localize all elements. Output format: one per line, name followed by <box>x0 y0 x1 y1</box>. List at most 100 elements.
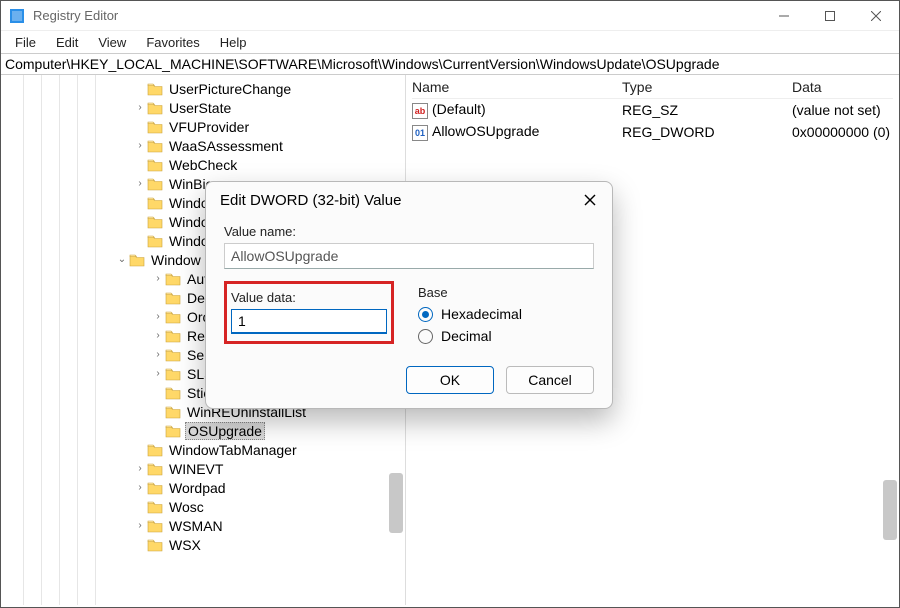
folder-icon <box>165 291 181 305</box>
tree-expand-icon[interactable]: › <box>151 368 165 379</box>
tree-item[interactable]: › WINEVT <box>5 459 405 478</box>
tree-item-label: WebCheck <box>167 157 239 173</box>
tree-expand-icon[interactable]: › <box>133 520 147 531</box>
ok-button[interactable]: OK <box>406 366 494 394</box>
radio-decimal[interactable]: Decimal <box>418 328 594 344</box>
tree-item[interactable]: WindowTabManager <box>5 440 405 459</box>
folder-icon <box>165 272 181 286</box>
window-controls <box>761 1 899 31</box>
edit-dword-dialog: Edit DWORD (32-bit) Value Value name: Al… <box>205 181 613 409</box>
list-row[interactable]: ab(Default) REG_SZ(value not set) <box>412 99 893 121</box>
tree-expand-icon[interactable]: › <box>151 311 165 322</box>
tree-item-label: VFUProvider <box>167 119 251 135</box>
radio-dec-label: Decimal <box>441 328 492 344</box>
folder-icon <box>165 329 181 343</box>
value-name: (Default) <box>432 101 486 117</box>
folder-icon <box>147 82 163 96</box>
close-button[interactable] <box>853 1 899 31</box>
column-data[interactable]: Data <box>792 79 893 95</box>
list-scrollbar-thumb[interactable] <box>883 480 897 540</box>
menu-favorites[interactable]: Favorites <box>138 33 207 52</box>
tree-item[interactable]: › UserState <box>5 98 405 117</box>
folder-icon <box>147 177 163 191</box>
value-data-label: Value data: <box>231 290 387 305</box>
value-data-input[interactable] <box>231 309 387 334</box>
tree-item[interactable]: › WaaSAssessment <box>5 136 405 155</box>
menu-file[interactable]: File <box>7 33 44 52</box>
folder-icon <box>147 234 163 248</box>
column-type[interactable]: Type <box>622 79 792 95</box>
tree-item[interactable]: OSUpgrade <box>5 421 405 440</box>
folder-icon <box>165 386 181 400</box>
tree-expand-icon[interactable]: › <box>133 463 147 474</box>
folder-icon <box>147 196 163 210</box>
radio-hex-label: Hexadecimal <box>441 306 522 322</box>
minimize-button[interactable] <box>761 1 807 31</box>
dialog-title: Edit DWORD (32-bit) Value <box>220 192 580 209</box>
dialog-close-button[interactable] <box>580 190 600 210</box>
column-name[interactable]: Name <box>412 79 622 95</box>
menu-edit[interactable]: Edit <box>48 33 86 52</box>
tree-item-label: OSUpgrade <box>185 422 265 440</box>
address-bar[interactable]: Computer\HKEY_LOCAL_MACHINE\SOFTWARE\Mic… <box>1 53 899 75</box>
tree-expand-icon[interactable]: › <box>151 349 165 360</box>
menubar: File Edit View Favorites Help <box>1 31 899 53</box>
folder-icon <box>147 101 163 115</box>
radio-icon <box>418 307 433 322</box>
tree-expand-icon[interactable]: › <box>133 482 147 493</box>
value-type: REG_DWORD <box>622 124 792 140</box>
value-type-icon: ab <box>412 103 428 119</box>
app-icon <box>9 8 25 24</box>
tree-expand-icon[interactable]: › <box>151 330 165 341</box>
value-name-field[interactable]: AllowOSUpgrade <box>224 243 594 269</box>
tree-item[interactable]: WebCheck <box>5 155 405 174</box>
radio-hexadecimal[interactable]: Hexadecimal <box>418 306 594 322</box>
tree-item-label: WSX <box>167 537 203 553</box>
folder-icon <box>129 253 145 267</box>
tree-expand-icon[interactable]: › <box>151 273 165 284</box>
tree-item[interactable]: WSX <box>5 535 405 554</box>
tree-expand-icon[interactable]: › <box>133 140 147 151</box>
value-type-icon: 01 <box>412 125 428 141</box>
tree-item-label: Window <box>149 252 203 268</box>
tree-item-label: UserState <box>167 100 233 116</box>
radio-icon <box>418 329 433 344</box>
folder-icon <box>147 443 163 457</box>
tree-item-label: WaaSAssessment <box>167 138 285 154</box>
tree-item-label: Wosc <box>167 499 206 515</box>
tree-item-label: WSMAN <box>167 518 225 534</box>
tree-item[interactable]: UserPictureChange <box>5 79 405 98</box>
value-name: AllowOSUpgrade <box>432 123 539 139</box>
list-row[interactable]: 01AllowOSUpgradeREG_DWORD0x00000000 (0) <box>412 121 893 143</box>
tree-item[interactable]: › Wordpad <box>5 478 405 497</box>
tree-item-label: Wordpad <box>167 480 228 496</box>
tree-item[interactable]: › WSMAN <box>5 516 405 535</box>
menu-help[interactable]: Help <box>212 33 255 52</box>
folder-icon <box>147 158 163 172</box>
tree-item[interactable]: Wosc <box>5 497 405 516</box>
value-data: (value not set) <box>792 102 893 118</box>
folder-icon <box>147 481 163 495</box>
tree-item[interactable]: VFUProvider <box>5 117 405 136</box>
tree-expand-icon[interactable]: › <box>133 102 147 113</box>
tree-expand-icon[interactable]: › <box>133 178 147 189</box>
cancel-button[interactable]: Cancel <box>506 366 594 394</box>
tree-scrollbar-thumb[interactable] <box>389 473 403 533</box>
tree-item-label: WINEVT <box>167 461 225 477</box>
tree-expand-icon[interactable]: ⌄ <box>115 254 129 265</box>
folder-icon <box>147 139 163 153</box>
folder-icon <box>147 215 163 229</box>
folder-icon <box>165 405 181 419</box>
folder-icon <box>165 424 181 438</box>
folder-icon <box>147 462 163 476</box>
maximize-button[interactable] <box>807 1 853 31</box>
folder-icon <box>147 538 163 552</box>
folder-icon <box>165 310 181 324</box>
tree-item-label: UserPictureChange <box>167 81 293 97</box>
menu-view[interactable]: View <box>90 33 134 52</box>
value-name-label: Value name: <box>224 224 594 239</box>
value-type: REG_SZ <box>622 102 792 118</box>
titlebar: Registry Editor <box>1 1 899 31</box>
folder-icon <box>165 367 181 381</box>
window-title: Registry Editor <box>33 8 761 23</box>
